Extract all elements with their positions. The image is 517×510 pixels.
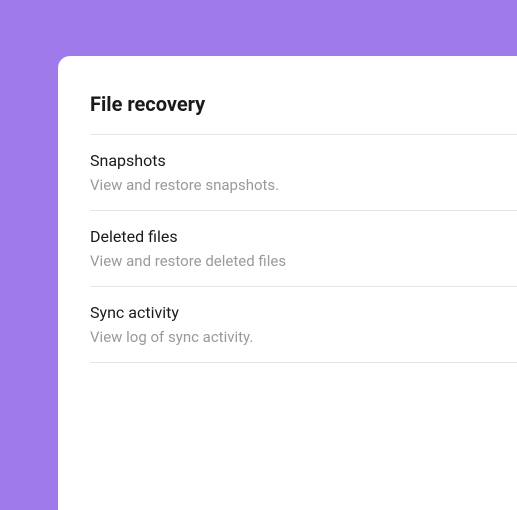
recovery-options-list: Snapshots View and restore snapshots. De… (90, 134, 517, 363)
item-description: View log of sync activity. (90, 328, 517, 346)
section-title: File recovery (90, 92, 517, 116)
deleted-files-item[interactable]: Deleted files View and restore deleted f… (90, 211, 517, 287)
snapshots-item[interactable]: Snapshots View and restore snapshots. (90, 135, 517, 211)
item-title: Sync activity (90, 303, 517, 322)
sync-activity-item[interactable]: Sync activity View log of sync activity. (90, 287, 517, 363)
item-description: View and restore snapshots. (90, 176, 517, 194)
file-recovery-panel: File recovery Snapshots View and restore… (58, 56, 517, 510)
item-title: Snapshots (90, 151, 517, 170)
item-description: View and restore deleted files (90, 252, 517, 270)
item-title: Deleted files (90, 227, 517, 246)
